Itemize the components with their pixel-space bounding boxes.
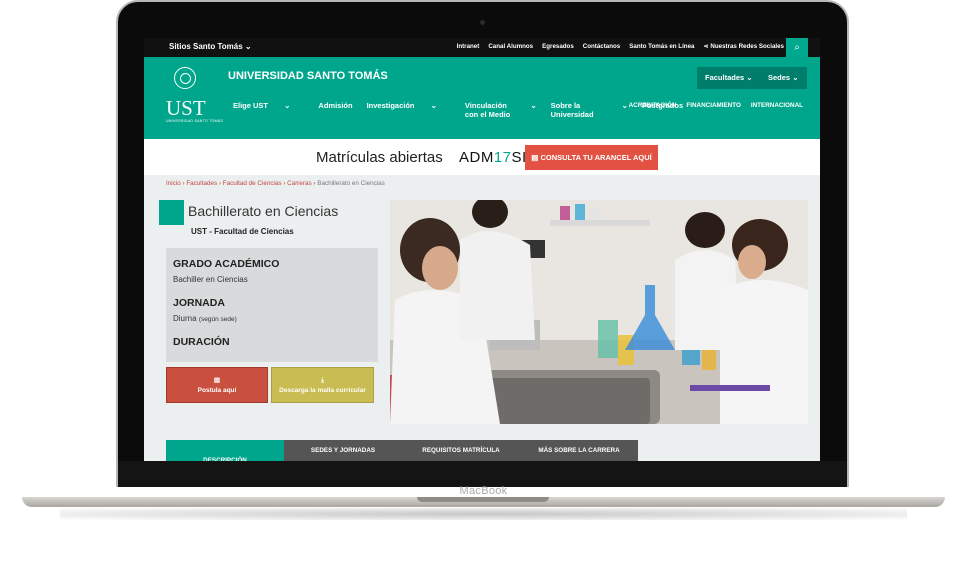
chevron-down-icon: ⌄: [746, 73, 753, 82]
consulta-arancel-button[interactable]: ▤ CONSULTA TU ARANCEL AQUÍ: [525, 145, 658, 170]
laptop-shadow: [60, 508, 907, 520]
camera-icon: [480, 20, 485, 25]
admission-banner: Matrículas abiertas ADM17SIÓN ▤ CONSULTA…: [144, 139, 820, 175]
menu-item-sobre[interactable]: Sobre la Universidad: [551, 101, 608, 119]
tab-sedes[interactable]: SEDES Y JORNADAS: [284, 440, 402, 461]
duracion-label: DURACIÓN: [173, 336, 230, 348]
menu-item-elige-ust[interactable]: Elige UST ⌄: [233, 101, 304, 119]
logo[interactable]: UST: [166, 96, 206, 121]
laptop-brand: MacBook: [459, 485, 508, 497]
laptop-notch: [417, 497, 549, 502]
document-icon: ▤: [213, 377, 221, 384]
banner-text: Matrículas abiertas: [316, 149, 443, 166]
chevron-down-icon: ⌄: [621, 101, 628, 110]
title-accent: [159, 200, 184, 225]
breadcrumb-link[interactable]: Inicio: [166, 180, 181, 187]
chevron-down-icon: ⌄: [284, 101, 291, 110]
facultades-dropdown[interactable]: Facultades ⌄: [697, 67, 761, 89]
menu-item-acreditacion[interactable]: ACREDITACIÓN: [629, 102, 677, 109]
social-link[interactable]: ⋖ Nuestras Redes Sociales: [703, 43, 784, 50]
main-nav: UST UNIVERSIDAD SANTO TOMÁS UNIVERSIDAD …: [144, 57, 820, 139]
chevron-down-icon: ⌄: [530, 101, 537, 110]
lab-scene: [390, 200, 808, 424]
browser-screen: Sitios Santo Tomás ⌄ Intranet Canal Alum…: [144, 38, 820, 461]
postula-button[interactable]: ▤ Postula aquí: [166, 367, 268, 403]
career-info-box: GRADO ACADÉMICO Bachiller en Ciencias JO…: [166, 248, 378, 362]
lab-photo: [390, 200, 808, 424]
search-icon: ⌕: [794, 42, 800, 53]
chevron-down-icon: ⌄: [244, 42, 252, 51]
breadcrumb-link[interactable]: Facultad de Ciencias: [223, 180, 282, 187]
top-links: Intranet Canal Alumnos Egresados Contáct…: [457, 43, 784, 50]
jornada-value: Diurna (según sede): [173, 314, 237, 323]
chevron-down-icon: ⌄: [430, 101, 437, 110]
share-icon: ⋖: [703, 43, 709, 50]
top-bar: Sitios Santo Tomás ⌄ Intranet Canal Alum…: [144, 38, 820, 57]
sedes-dropdown[interactable]: Sedes ⌄: [760, 67, 807, 89]
university-seal-icon: [174, 67, 196, 89]
grado-value: Bachiller en Ciencias: [173, 275, 248, 284]
primary-menu: Elige UST ⌄ Admisión Investigación ⌄ Vin…: [233, 101, 697, 119]
tab-mas-sobre[interactable]: MÁS SOBRE LA CARRERA: [520, 440, 638, 461]
chevron-down-icon: ⌄: [792, 73, 799, 82]
menu-item-vinculacion[interactable]: Vinculación con el Medio: [465, 101, 524, 119]
tab-requisitos[interactable]: REQUISITOS MATRÍCULA: [402, 440, 520, 461]
menu-item-internacional[interactable]: INTERNACIONAL: [751, 102, 803, 109]
university-name[interactable]: UNIVERSIDAD SANTO TOMÁS: [228, 70, 388, 82]
grado-label: GRADO ACADÉMICO: [173, 258, 280, 270]
screen-bezel: [118, 461, 847, 487]
faculty-label: UST - Facultad de Ciencias: [191, 227, 294, 236]
breadcrumb-link[interactable]: Carreras: [287, 180, 312, 187]
top-link[interactable]: Egresados: [542, 43, 574, 50]
document-icon: ▤: [531, 153, 539, 162]
top-link[interactable]: Intranet: [457, 43, 480, 50]
download-icon: ⤓: [321, 377, 324, 384]
top-link[interactable]: Santo Tomás en Línea: [629, 43, 694, 50]
menu-item-investigacion[interactable]: Investigación ⌄: [367, 101, 451, 119]
tab-descripcion[interactable]: DESCRIPCIÓN: [166, 440, 284, 461]
sites-dropdown[interactable]: Sitios Santo Tomás ⌄: [169, 42, 252, 51]
breadcrumb: Inicio › Facultades › Facultad de Cienci…: [166, 180, 385, 187]
menu-item-admision[interactable]: Admisión: [318, 101, 352, 119]
top-link[interactable]: Canal Alumnos: [488, 43, 533, 50]
download-malla-button[interactable]: ⤓ Descarga la malla curricular: [271, 367, 374, 403]
breadcrumb-link[interactable]: Facultades: [186, 180, 217, 187]
page-title: Bachillerato en Ciencias: [188, 203, 339, 219]
jornada-label: JORNADA: [173, 297, 225, 309]
secondary-menu: ACREDITACIÓN FINANCIAMIENTO INTERNACIONA…: [629, 102, 803, 109]
menu-item-financiamiento[interactable]: FINANCIAMIENTO: [686, 102, 740, 109]
top-link[interactable]: Contáctanos: [583, 43, 620, 50]
logo-subtitle: UNIVERSIDAD SANTO TOMÁS: [166, 119, 224, 123]
search-button[interactable]: ⌕: [786, 38, 808, 57]
content-tabs: DESCRIPCIÓN SEDES Y JORNADAS REQUISITOS …: [166, 440, 638, 461]
breadcrumb-current: Bachillerato en Ciencias: [317, 180, 385, 187]
